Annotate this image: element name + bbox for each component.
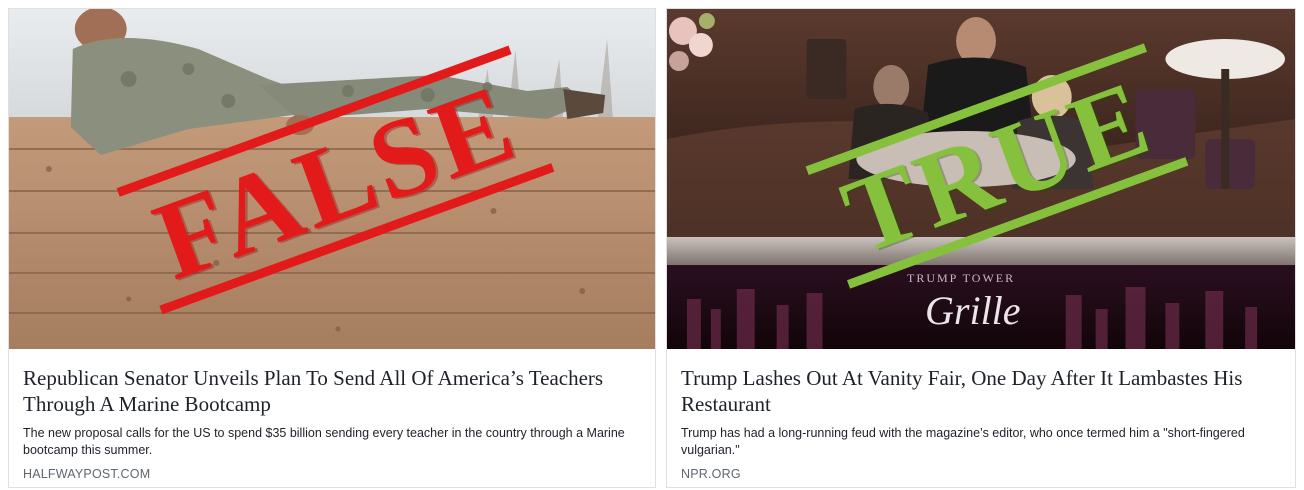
news-card-true[interactable]: TRUMP TOWER Grille TRUE Trump Lashes Out… (666, 8, 1296, 488)
article-text: Republican Senator Unveils Plan To Send … (9, 349, 655, 481)
article-text: Trump Lashes Out At Vanity Fair, One Day… (667, 349, 1295, 481)
article-description: The new proposal calls for the US to spe… (23, 426, 625, 457)
article-source[interactable]: HALFWAYPOST.COM (23, 467, 641, 481)
news-card-false[interactable]: FALSE Republican Senator Unveils Plan To… (8, 8, 656, 488)
article-headline[interactable]: Trump Lashes Out At Vanity Fair, One Day… (681, 365, 1281, 417)
sign-small-text: TRUMP TOWER (907, 271, 1016, 285)
article-image[interactable]: TRUMP TOWER Grille TRUE (667, 9, 1295, 349)
article-description: Trump has had a long-running feud with t… (681, 426, 1245, 457)
sign-large-text: Grille (925, 288, 1021, 333)
article-source[interactable]: NPR.ORG (681, 467, 1281, 481)
article-headline[interactable]: Republican Senator Unveils Plan To Send … (23, 365, 641, 417)
article-image[interactable]: FALSE (9, 9, 655, 349)
